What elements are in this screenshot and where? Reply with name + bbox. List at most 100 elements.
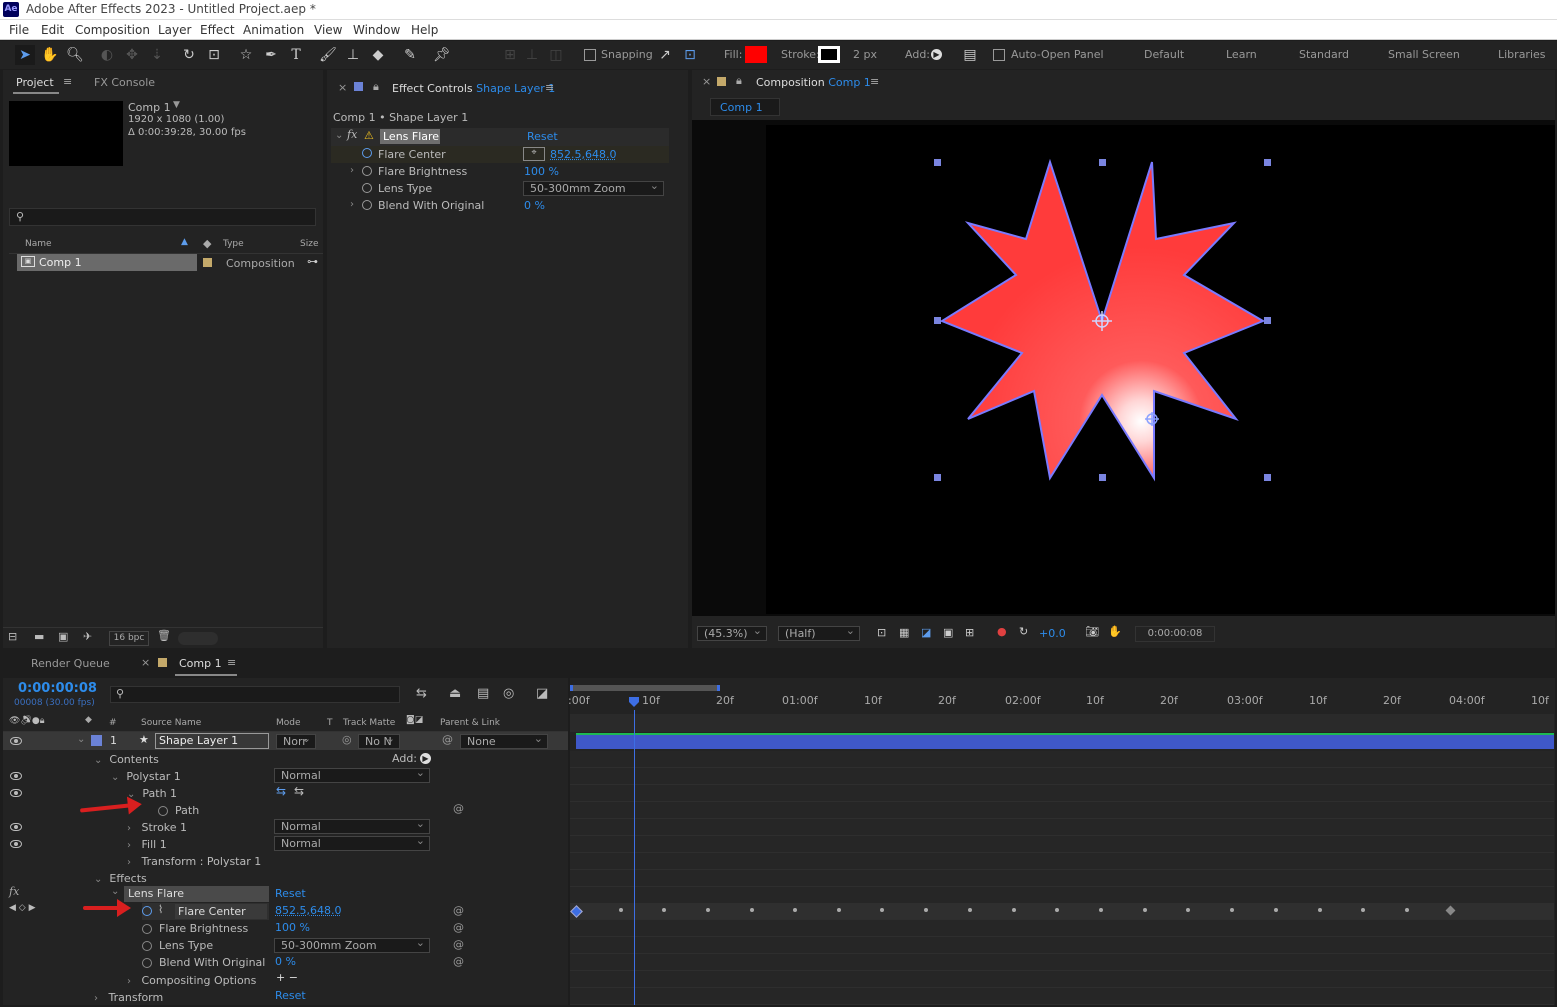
stroke1-row[interactable]: › Stroke 1 xyxy=(127,819,187,836)
compositing-options-row[interactable]: › Compositing Options xyxy=(127,972,256,989)
playhead-line[interactable] xyxy=(634,710,635,1005)
stopwatch-active-icon[interactable] xyxy=(142,906,152,916)
close-icon[interactable]: × xyxy=(702,75,711,88)
flare-brightness-value[interactable]: 100 % xyxy=(524,165,559,178)
menu-animation[interactable]: Animation xyxy=(243,23,304,37)
pick-whip-icon[interactable]: @ xyxy=(442,733,453,746)
label-column-icon[interactable]: ◆ xyxy=(203,237,211,250)
new-comp-icon[interactable]: ▣ xyxy=(58,630,68,643)
pen-tool-icon[interactable]: ✒ xyxy=(261,45,281,65)
close-icon[interactable]: × xyxy=(141,656,150,669)
col-name[interactable]: Name xyxy=(25,239,52,249)
path-row[interactable]: Path xyxy=(158,802,199,819)
snapping-checkbox[interactable] xyxy=(584,49,596,61)
pan-behind-tool-icon[interactable]: ⊡ xyxy=(204,45,224,65)
expression-spiral-icon[interactable]: @ xyxy=(453,955,464,968)
keyframe[interactable] xyxy=(1230,908,1234,912)
clone-stamp-tool-icon[interactable]: ⊥ xyxy=(343,45,363,65)
world-axis-icon[interactable]: ⊥ xyxy=(522,45,542,65)
timeline-menu-icon[interactable]: ≡ xyxy=(227,656,236,669)
col-size[interactable]: Size xyxy=(300,239,318,249)
rotate-tool-icon[interactable]: ↻ xyxy=(179,45,199,65)
expression-spiral-icon[interactable]: @ xyxy=(453,904,464,917)
zoom-slider[interactable] xyxy=(178,632,218,645)
eraser-tool-icon[interactable]: ◆ xyxy=(368,45,388,65)
transform-polystar-row[interactable]: › Transform : Polystar 1 xyxy=(127,853,261,870)
polystar-blend-dropdown[interactable]: Normal xyxy=(274,766,430,783)
stroke-width-value[interactable]: 2 px xyxy=(853,48,877,61)
expand-caret-icon[interactable]: › xyxy=(350,165,354,176)
tab-project[interactable]: Project xyxy=(16,76,54,89)
collapse-caret-icon[interactable]: ⌄ xyxy=(111,886,119,897)
effect-reset-link[interactable]: Reset xyxy=(527,130,558,143)
fx-icon[interactable]: fx xyxy=(347,128,357,141)
star-tool-icon[interactable]: ☆ xyxy=(236,45,256,65)
work-area-bar[interactable] xyxy=(570,685,720,691)
transform-row[interactable]: › Transform xyxy=(94,989,163,1006)
expression-spiral-icon[interactable]: @ xyxy=(453,921,464,934)
layer-mode-dropdown[interactable]: Norr xyxy=(276,732,316,749)
fill-label[interactable]: Fill: xyxy=(724,48,742,61)
layer-name-field[interactable]: Shape Layer 1 xyxy=(155,733,269,749)
menu-edit[interactable]: Edit xyxy=(41,23,64,37)
workspace-learn[interactable]: Learn xyxy=(1226,48,1257,61)
prop-row-flare-center[interactable]: Flare Center ⌖ 852.5,648.0 xyxy=(331,146,669,163)
close-icon[interactable]: × xyxy=(338,81,347,94)
stopwatch-icon[interactable] xyxy=(158,806,168,816)
tab-comp[interactable]: Comp 1 xyxy=(179,657,222,670)
comp-subtab[interactable]: Comp 1 xyxy=(710,98,780,116)
comp-canvas[interactable] xyxy=(766,125,1555,614)
eye-icon[interactable] xyxy=(10,772,22,780)
zoom-tool-icon[interactable]: 🔍︎ xyxy=(65,45,85,65)
label-column-icon[interactable]: ◆ xyxy=(85,715,92,725)
stroke-color-swatch[interactable] xyxy=(818,46,840,63)
mask-visibility-icon[interactable]: ◪ xyxy=(921,626,931,639)
collapse-caret-icon[interactable]: ⌄ xyxy=(335,130,343,141)
workspace-libraries[interactable]: Libraries xyxy=(1498,48,1546,61)
keyframe-navigator-icon[interactable]: ◀ ◇ ▶ xyxy=(9,903,36,913)
interpret-footage-icon[interactable]: ⊟ xyxy=(8,630,17,643)
view-axis-icon[interactable]: ◫ xyxy=(546,45,566,65)
menu-window[interactable]: Window xyxy=(353,23,400,37)
snapshot-camera-icon[interactable]: 📷︎ xyxy=(1085,625,1099,638)
channel-rgb-icon[interactable]: ● xyxy=(997,625,1007,638)
keyframe[interactable] xyxy=(1274,908,1278,912)
stopwatch-icon[interactable] xyxy=(362,183,372,193)
draft-3d-icon[interactable]: ⏏ xyxy=(449,686,461,701)
fx-icon[interactable]: fx xyxy=(9,885,19,898)
keyframe[interactable] xyxy=(837,908,841,912)
keyframe[interactable] xyxy=(1055,908,1059,912)
keyframe[interactable] xyxy=(924,908,928,912)
keyframe[interactable] xyxy=(1143,908,1147,912)
roto-brush-tool-icon[interactable]: ✎ xyxy=(400,45,420,65)
viewer-timecode[interactable]: 0:00:00:08 xyxy=(1135,626,1215,642)
lock-icon[interactable]: 🔒︎ xyxy=(373,80,379,94)
current-time-display[interactable]: 0:00:00:08 xyxy=(18,681,97,696)
brush-tool-icon[interactable]: 🖌︎ xyxy=(318,45,338,65)
path-direction-icon[interactable]: ⇆ xyxy=(276,784,286,798)
project-item-row[interactable]: ▣ Comp 1 xyxy=(17,254,197,271)
show-snapshot-icon[interactable]: ✋ xyxy=(1108,625,1122,638)
type-tool-icon[interactable]: T xyxy=(286,45,306,65)
expand-caret-icon[interactable]: › xyxy=(350,199,354,210)
selection-tool-icon[interactable]: ➤ xyxy=(15,45,35,65)
item-label-swatch[interactable] xyxy=(203,258,212,267)
keyframe[interactable] xyxy=(1405,908,1409,912)
pan-tool-icon[interactable]: ✥ xyxy=(122,45,142,65)
project-menu-icon[interactable]: ≡ xyxy=(63,75,72,88)
local-axis-icon[interactable]: ⊞ xyxy=(500,45,520,65)
composition-menu-icon[interactable]: ≡ xyxy=(870,75,879,88)
keyframe[interactable] xyxy=(662,908,666,912)
comp-info-name[interactable]: Comp 1 xyxy=(128,101,171,114)
grid-guides-icon[interactable]: ⊞ xyxy=(965,626,974,639)
keyframe[interactable] xyxy=(750,908,754,912)
lock-icon[interactable]: 🔒︎ xyxy=(736,74,742,88)
parent-dropdown[interactable]: None xyxy=(460,732,548,749)
prop-row-blend[interactable]: › Blend With Original 0 % xyxy=(331,197,669,214)
snap-grid-icon[interactable]: ⊡ xyxy=(680,45,700,65)
contents-row[interactable]: ⌄ Contents xyxy=(94,751,159,768)
keyframe[interactable] xyxy=(1012,908,1016,912)
hand-tool-icon[interactable]: ✋ xyxy=(40,45,60,65)
effect-controls-menu-icon[interactable]: ≡ xyxy=(545,81,554,94)
comp-flowchart-icon[interactable]: ⇆ xyxy=(416,686,427,701)
